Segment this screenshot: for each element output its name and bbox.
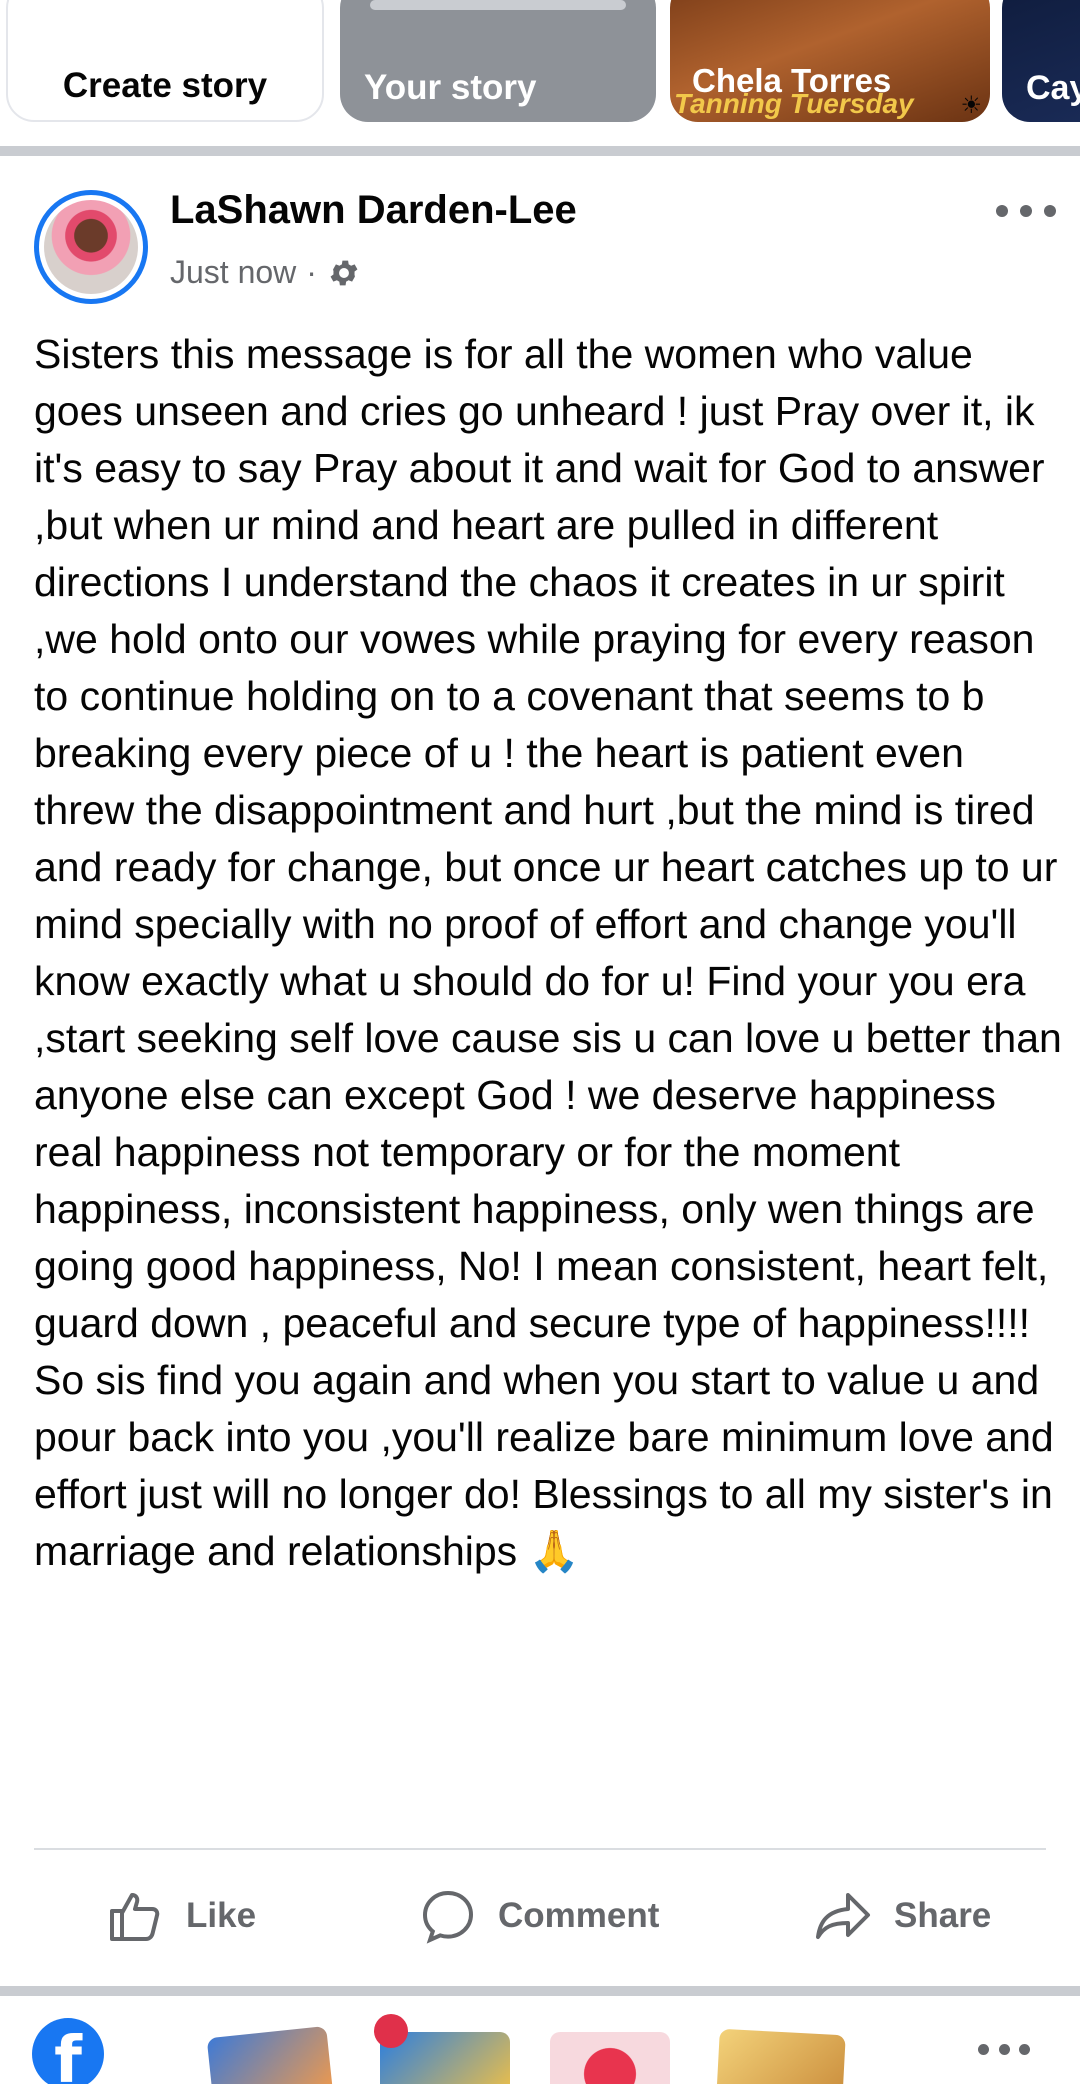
more-options-icon[interactable] <box>978 2042 1030 2056</box>
dot-icon <box>978 2043 989 2055</box>
comment-button[interactable]: Comment <box>420 1886 659 1946</box>
story-progress-bar <box>370 0 626 10</box>
post-author-name[interactable]: LaShawn Darden-Lee <box>170 188 577 233</box>
photo-thumbnail[interactable] <box>550 2032 670 2084</box>
story-author-name: Chela Torres <box>692 62 892 99</box>
photo-thumbnail[interactable] <box>716 2028 846 2084</box>
action-divider <box>34 1848 1046 1850</box>
like-button[interactable]: Like <box>108 1886 256 1946</box>
photo-thumbnail[interactable] <box>374 2014 510 2084</box>
post-meta: Just now · <box>170 254 361 291</box>
share-label: Share <box>894 1896 992 1935</box>
ball-icon <box>374 2014 408 2048</box>
story-card-chela-torres[interactable]: Tanning Tuersday ☀ Chela Torres <box>670 0 990 122</box>
thumbs-up-icon <box>110 1893 160 1941</box>
post-options-icon[interactable] <box>996 196 1056 226</box>
dot-icon <box>1020 205 1032 217</box>
comment-icon <box>422 1890 474 1944</box>
avatar-image <box>44 200 138 294</box>
dot-icon <box>1019 2043 1030 2055</box>
like-label: Like <box>186 1896 257 1935</box>
meta-separator: · <box>306 254 317 290</box>
dot-icon <box>996 205 1008 217</box>
comment-label: Comment <box>498 1896 660 1935</box>
sun-emoji-icon: ☀ <box>960 92 982 119</box>
stories-strip: Create story Your story Tanning Tuersday… <box>0 0 1080 148</box>
story-card-cay[interactable]: Cay <box>1002 0 1080 122</box>
avatar[interactable] <box>34 190 148 304</box>
dot-icon <box>1044 205 1056 217</box>
post-text: Sisters this message is for all the wome… <box>34 331 1062 1574</box>
section-divider <box>0 146 1080 156</box>
your-story-label: Your story <box>364 68 537 107</box>
create-story-card[interactable]: Create story <box>6 0 324 122</box>
gear-icon[interactable] <box>327 256 361 290</box>
share-icon <box>816 1893 870 1939</box>
create-story-label: Create story <box>62 66 268 105</box>
story-author-name: Cay <box>1026 69 1080 107</box>
dot-icon <box>998 2043 1010 2055</box>
your-story-card[interactable]: Your story <box>340 0 656 122</box>
bottom-nav: f <box>0 1996 1080 2084</box>
share-button[interactable]: Share <box>814 1886 991 1946</box>
facebook-logo-icon[interactable]: f <box>32 2018 104 2084</box>
photo-thumbnail[interactable] <box>206 2025 334 2084</box>
post-timestamp[interactable]: Just now <box>170 254 296 291</box>
section-divider <box>0 1986 1080 1996</box>
